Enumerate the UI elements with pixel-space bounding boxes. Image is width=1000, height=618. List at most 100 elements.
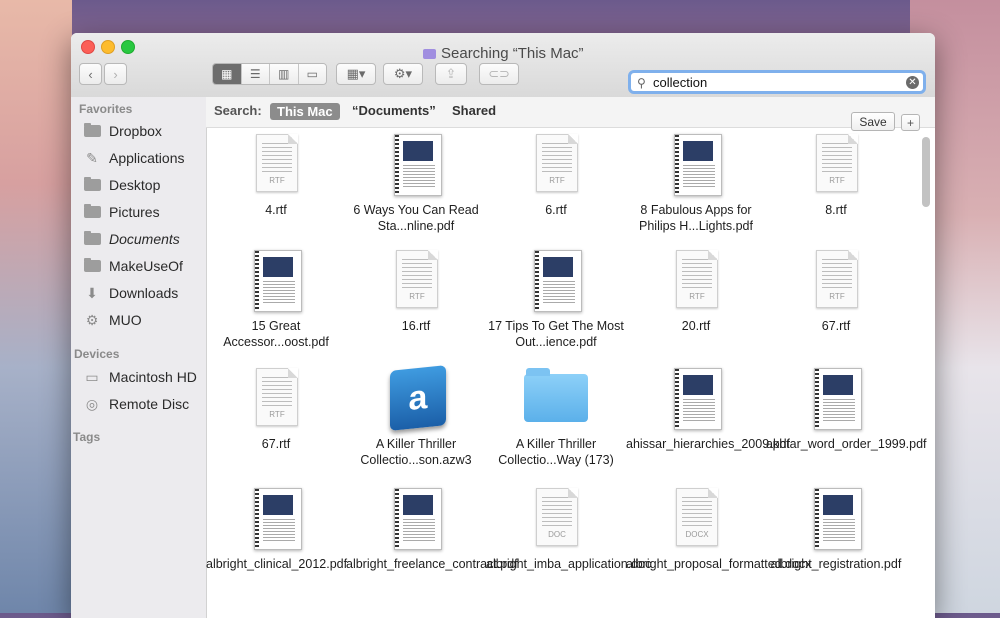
file-name: 67.rtf [261,437,291,451]
search-field[interactable]: ⚲ ✕ [628,70,926,94]
icon-view-icon: ▦ [221,67,233,81]
pdf-document-icon [810,368,862,432]
file-item[interactable]: 17 Tips To Get The Most Out...ience.pdf [486,250,626,350]
file-name: 15 Great Accessor...oost.pdf [223,319,329,349]
file-type-label: DOCX [685,530,709,539]
file-item[interactable]: ahissar_hierarchies_2009.pdf [626,368,790,452]
docx-document-icon: DOCX [670,488,722,552]
file-name: 8.rtf [825,203,847,217]
file-type-label: RTF [269,176,285,185]
close-button[interactable] [81,40,95,54]
sidebar-item-label: Pictures [109,204,160,220]
maximize-button[interactable] [121,40,135,54]
share-button[interactable]: ⇪ [435,63,467,85]
tag-button[interactable]: ⊂⊃ [479,63,519,85]
minimize-button[interactable] [101,40,115,54]
file-item[interactable]: RTF 20.rtf [626,250,766,334]
sidebar-item-muo[interactable]: ⚙ MUO [83,310,142,330]
window-title: Searching “This Mac” [423,45,584,62]
tags-heading: Tags [73,430,101,444]
scope-shared[interactable]: Shared [452,103,496,118]
file-name: 8 Fabulous Apps for Philips H...Lights.p… [639,203,753,233]
file-item[interactable]: DOCX albright_proposal_formatted.docx [626,488,812,572]
downloads-icon: ⬇ [86,284,98,301]
coverflow-view-icon: ▭ [306,67,318,81]
sidebar-item-desktop[interactable]: Desktop [83,175,160,195]
file-type-label: RTF [829,292,845,301]
view-mode-control[interactable]: ▦ ☰ ▥ ▭ [212,63,327,85]
clear-search-icon[interactable]: ✕ [906,76,919,89]
search-input[interactable] [653,74,903,91]
arrange-button[interactable]: ▦▾ [336,63,376,85]
folder-icon [83,123,101,138]
file-item[interactable]: RTF 67.rtf [766,250,906,334]
rtf-document-icon: RTF [530,134,582,198]
file-item[interactable]: albright_freelance_contract.pdf [346,488,518,572]
file-item[interactable]: akhtar_word_order_1999.pdf [766,368,927,452]
arrange-icon: ▦▾ [346,66,366,81]
file-item[interactable]: RTF 67.rtf [206,368,346,452]
search-scope-bar: Search: This Mac “Documents” Shared Save… [206,97,935,131]
harddisk-icon: ▭ [85,368,99,385]
list-view-button[interactable]: ☰ [241,64,270,84]
sidebar-item-label: Applications [109,150,185,166]
sidebar-item-applications[interactable]: ✎ Applications [83,148,185,168]
file-item[interactable]: DOC albright_imba_application.doc [486,488,652,572]
file-item[interactable]: A Killer Thriller Collectio...Way (173) [486,368,626,468]
finder-window: Searching “This Mac” ‹ › ▦ ☰ ▥ ▭ ▦▾ ⚙▾ ⇪… [71,33,935,618]
pdf-document-icon [670,368,722,432]
icon-view-button[interactable]: ▦ [213,64,242,84]
chevron-right-icon: › [113,66,118,82]
rtf-document-icon: RTF [670,250,722,314]
sidebar-item-label: Desktop [109,177,161,193]
pdf-document-icon [250,488,302,552]
folder-icon [524,368,588,432]
file-name: albright_imba_application.doc [486,557,652,571]
favorites-heading: Favorites [79,102,133,116]
file-name: 16.rtf [401,319,431,333]
pdf-document-icon [530,250,582,314]
rtf-document-icon: RTF [390,250,442,314]
column-view-icon: ▥ [278,67,290,81]
sidebar-item-downloads[interactable]: ⬇ Downloads [83,283,178,303]
folder-icon [83,231,101,246]
file-item[interactable]: a A Killer Thriller Collectio...son.azw3 [346,365,486,468]
pdf-document-icon [390,488,442,552]
vertical-scrollbar[interactable] [922,137,930,207]
sidebar-item-documents[interactable]: Documents [83,229,180,249]
file-name: 6.rtf [545,203,567,217]
sidebar-item-pictures[interactable]: Pictures [83,202,160,222]
scope-documents[interactable]: “Documents” [352,103,436,118]
back-button[interactable]: ‹ [79,63,102,85]
action-button[interactable]: ⚙▾ [383,63,423,85]
disc-icon: ◎ [85,395,99,412]
file-item[interactable]: RTF 8.rtf [766,134,906,218]
column-view-button[interactable]: ▥ [270,64,299,84]
sidebar-item-remote-disc[interactable]: ◎ Remote Disc [83,394,189,414]
file-type-label: RTF [549,176,565,185]
file-item[interactable]: RTF 6.rtf [486,134,626,218]
sidebar-item-macintosh-hd[interactable]: ▭ Macintosh HD [83,367,197,387]
sidebar-item-label: Downloads [109,285,179,301]
file-item[interactable]: albright_registration.pdf [766,488,906,572]
gear-icon: ⚙▾ [393,66,413,81]
file-item[interactable]: RTF 4.rtf [206,134,346,218]
rtf-document-icon: RTF [250,134,302,198]
file-item[interactable]: RTF 16.rtf [346,250,486,334]
sidebar-item-makeuseof[interactable]: MakeUseOf [83,256,183,276]
titlebar: Searching “This Mac” ‹ › ▦ ☰ ▥ ▭ ▦▾ ⚙▾ ⇪… [71,33,935,98]
file-item[interactable]: 8 Fabulous Apps for Philips H...Lights.p… [626,134,766,234]
scope-this-mac[interactable]: This Mac [270,103,340,120]
tag-icon: ⊂⊃ [488,66,510,81]
file-grid: RTF 4.rtf 6 Ways You Can Read Sta...nline.… [206,128,927,618]
coverflow-view-button[interactable]: ▭ [298,64,326,84]
file-item[interactable]: albright_clinical_2012.pdf [206,488,347,572]
file-type-label: RTF [409,292,425,301]
file-item[interactable]: 15 Great Accessor...oost.pdf [206,250,346,350]
sidebar-item-label: Macintosh HD [109,369,197,385]
sidebar-item-dropbox[interactable]: Dropbox [83,121,162,141]
scope-label: Search: [214,103,262,118]
folder-icon [83,258,101,273]
forward-button[interactable]: › [104,63,127,85]
file-item[interactable]: 6 Ways You Can Read Sta...nline.pdf [346,134,486,234]
